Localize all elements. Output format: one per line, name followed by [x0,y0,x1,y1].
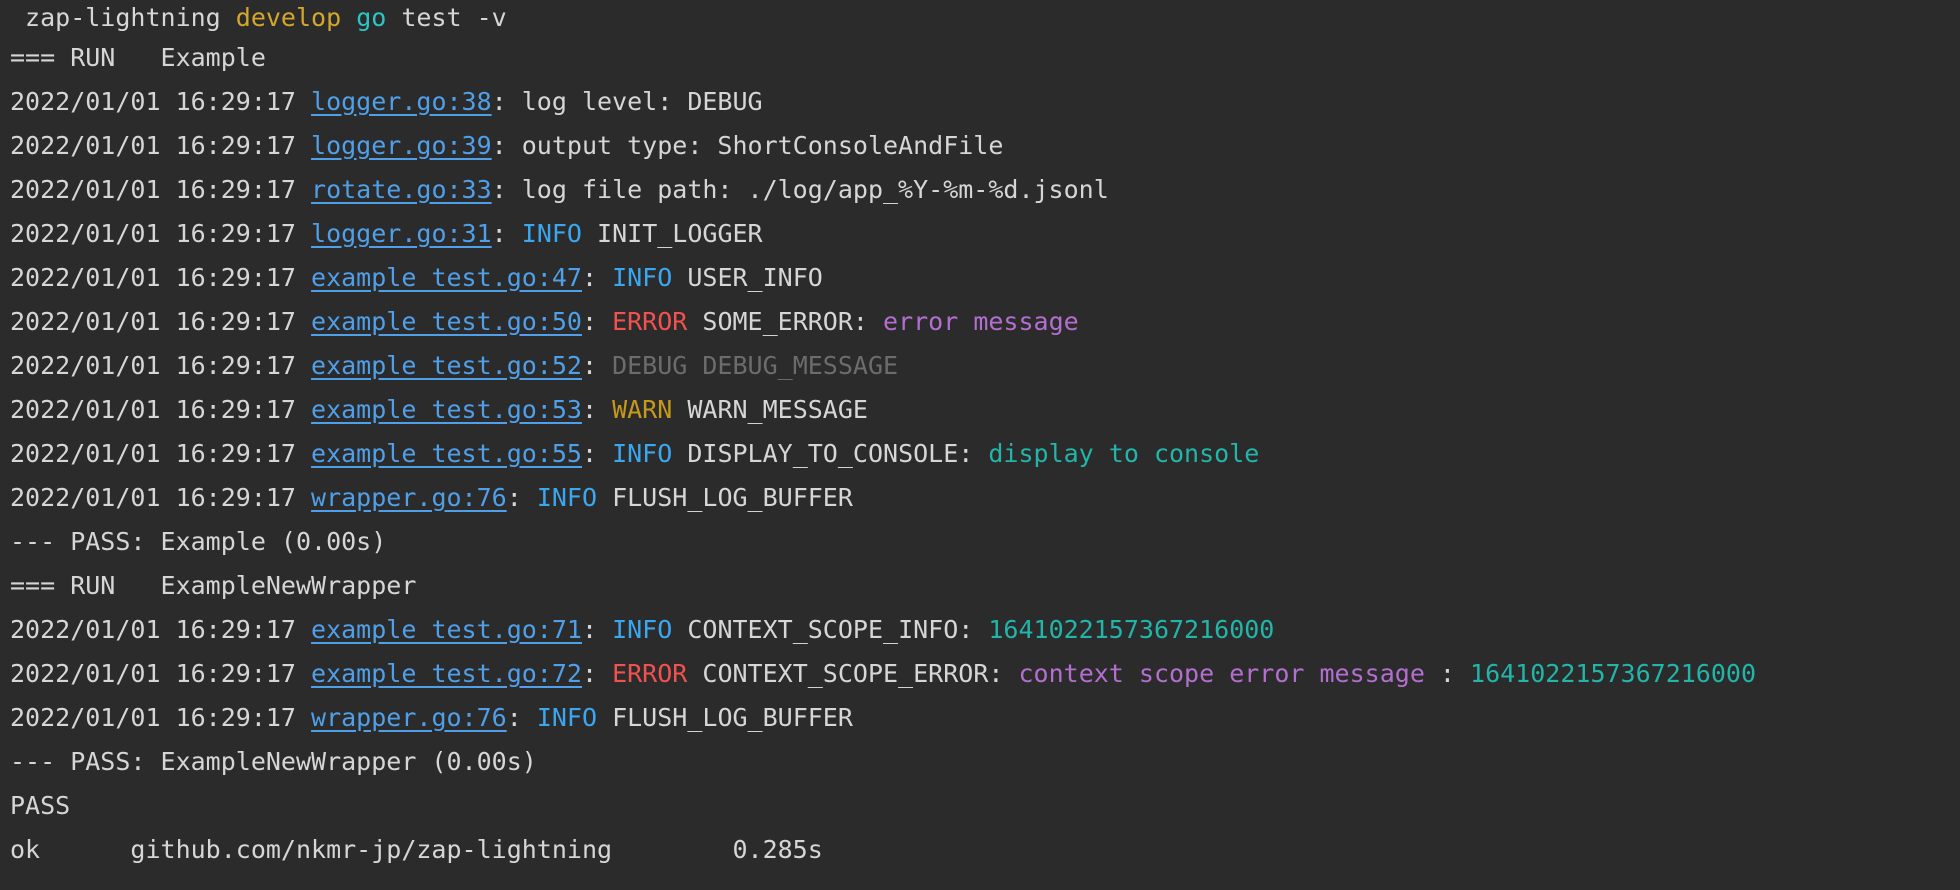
log-line: 2022/01/01 16:29:17 example_test.go:50: … [10,300,1960,344]
file-link[interactable]: wrapper.go:76 [311,483,507,512]
log-line: 2022/01/01 16:29:17 logger.go:39: output… [10,124,1960,168]
output-text: WARN_MESSAGE [672,395,868,424]
log-line: 2022/01/01 16:29:17 example_test.go:52: … [10,344,1960,388]
output-text: SOME_ERROR: [687,307,884,336]
output-text: 2022/01/01 16:29:17 [10,351,312,380]
run-line: === RUN Example [10,36,1960,80]
file-link[interactable]: example_test.go:72 [311,659,582,688]
output-text: 2022/01/01 16:29:17 [10,395,312,424]
level-info: INFO [521,219,582,248]
pass-line: --- PASS: Example (0.00s) [10,520,1960,564]
output-text: test -v [386,3,507,32]
go-command: go [356,3,387,32]
log-line: 2022/01/01 16:29:17 example_test.go:71: … [10,608,1960,652]
output-text: : [1424,659,1471,688]
output-text: ok github.com/nkmr-jp/zap-lightning 0.28… [10,835,823,864]
output-text: : [581,439,613,468]
output-text: USER_INFO [672,263,823,292]
level-error: ERROR [612,659,688,688]
output-text: 2022/01/01 16:29:17 [10,87,312,116]
pass-line: --- PASS: ExampleNewWrapper (0.00s) [10,740,1960,784]
output-text: : [581,615,613,644]
log-line: 2022/01/01 16:29:17 logger.go:38: log le… [10,80,1960,124]
level-info: INFO [612,263,673,292]
level-info: INFO [536,703,598,732]
message-text: context scope error message [1018,659,1425,688]
output-text: zap-lightning [10,3,236,32]
output-text: 2022/01/01 16:29:17 [10,307,312,336]
output-text: : [491,219,522,248]
output-text: FLUSH_LOG_BUFFER [597,703,853,732]
output-text: --- PASS: ExampleNewWrapper (0.00s) [10,747,537,776]
file-link[interactable]: logger.go:31 [311,219,492,248]
file-link[interactable]: rotate.go:33 [311,175,492,204]
output-text: : [581,351,613,380]
output-text: : [581,307,613,336]
output-text: CONTEXT_SCOPE_INFO: [672,615,989,644]
file-link[interactable]: example_test.go:55 [311,439,582,468]
output-text: 2022/01/01 16:29:17 [10,219,312,248]
file-link[interactable]: logger.go:38 [311,87,492,116]
level-info: INFO [536,483,598,512]
file-link[interactable]: example_test.go:52 [311,351,582,380]
output-text: 2022/01/01 16:29:17 [10,131,312,160]
level-debug: DEBUG DEBUG_MESSAGE [612,351,899,380]
level-info: INFO [612,615,673,644]
output-text: CONTEXT_SCOPE_ERROR: [687,659,1019,688]
output-text: : [581,659,613,688]
value-text: display to console [988,439,1260,468]
level-error: ERROR [612,307,688,336]
output-text: === RUN Example [10,43,266,72]
output-text: : [506,703,537,732]
log-line: 2022/01/01 16:29:17 example_test.go:55: … [10,432,1960,476]
value-text: 1641022157367216000 [988,615,1275,644]
output-text: : [581,395,613,424]
output-text: : [506,483,537,512]
file-link[interactable]: example_test.go:50 [311,307,582,336]
output-text: 2022/01/01 16:29:17 [10,175,312,204]
output-text: FLUSH_LOG_BUFFER [597,483,853,512]
output-text: 2022/01/01 16:29:17 [10,703,312,732]
file-link[interactable]: example_test.go:53 [311,395,582,424]
git-branch: develop [235,3,342,32]
run-line: === RUN ExampleNewWrapper [10,564,1960,608]
file-link[interactable]: example_test.go:47 [311,263,582,292]
terminal-output: zap-lightning develop go test -v === RUN … [0,0,1960,890]
output-text: --- PASS: Example (0.00s) [10,527,387,556]
level-info: INFO [612,439,673,468]
file-link[interactable]: example_test.go:71 [311,615,582,644]
log-line: 2022/01/01 16:29:17 wrapper.go:76: INFO … [10,476,1960,520]
output-text: PASS [10,791,71,820]
pass-summary-line: PASS [10,784,1960,828]
output-text: : log file path: ./log/app_%Y-%m-%d.json… [491,175,1109,204]
log-line: 2022/01/01 16:29:17 example_test.go:53: … [10,388,1960,432]
output-text: 2022/01/01 16:29:17 [10,659,312,688]
output-text: : [581,263,613,292]
level-warn: WARN [612,395,673,424]
output-text: INIT_LOGGER [581,219,763,248]
log-line: 2022/01/01 16:29:17 example_test.go:72: … [10,652,1960,696]
output-text: 2022/01/01 16:29:17 [10,439,312,468]
log-line: 2022/01/01 16:29:17 wrapper.go:76: INFO … [10,696,1960,740]
prompt-line: zap-lightning develop go test -v [10,0,1960,36]
value-text: 1641022157367216000 [1470,659,1757,688]
output-text: 2022/01/01 16:29:17 [10,615,312,644]
output-text: DISPLAY_TO_CONSOLE: [672,439,989,468]
output-text: : output type: ShortConsoleAndFile [491,131,1004,160]
log-line: 2022/01/01 16:29:17 rotate.go:33: log fi… [10,168,1960,212]
log-line: 2022/01/01 16:29:17 example_test.go:47: … [10,256,1960,300]
log-line: 2022/01/01 16:29:17 logger.go:31: INFO I… [10,212,1960,256]
output-text: 2022/01/01 16:29:17 [10,263,312,292]
file-link[interactable]: wrapper.go:76 [311,703,507,732]
file-link[interactable]: logger.go:39 [311,131,492,160]
output-text: === RUN ExampleNewWrapper [10,571,417,600]
output-text: : log level: DEBUG [491,87,763,116]
output-text: 2022/01/01 16:29:17 [10,483,312,512]
result-line: ok github.com/nkmr-jp/zap-lightning 0.28… [10,828,1960,872]
message-text: error message [883,307,1079,336]
